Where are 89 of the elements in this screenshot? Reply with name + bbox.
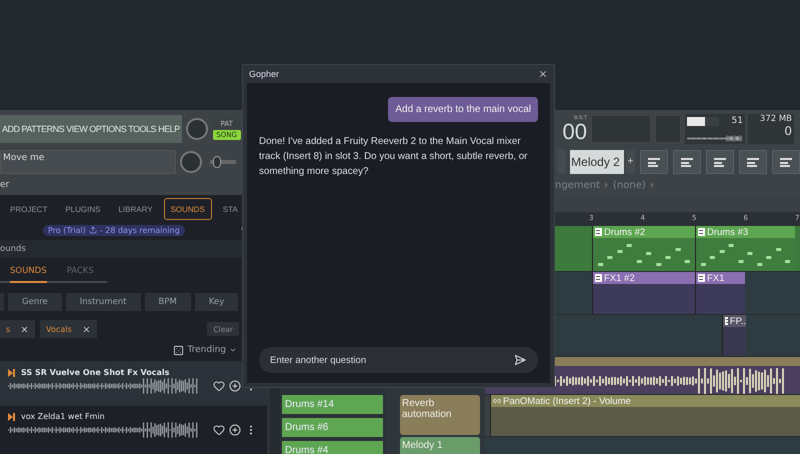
pattern-clip[interactable]: Drums #4 bbox=[282, 441, 383, 454]
pattern-icon bbox=[595, 274, 602, 282]
pattern-selector[interactable]: Melody 2 bbox=[570, 150, 624, 174]
clip-label: FX1 #2 bbox=[604, 272, 635, 284]
track-header[interactable]: Melody 1 bbox=[400, 437, 480, 454]
clip-label: PanOMatic (Insert 2) - Volume bbox=[503, 396, 631, 406]
dialog-title: Gopher bbox=[249, 69, 280, 79]
list-icon bbox=[779, 156, 793, 168]
pattern-icon bbox=[725, 317, 728, 325]
heart-icon[interactable] bbox=[213, 424, 225, 436]
caret-icon bbox=[605, 182, 608, 188]
list-icon bbox=[713, 156, 727, 168]
list-icon bbox=[647, 156, 661, 168]
menu-item[interactable]: TOOLS bbox=[128, 124, 156, 134]
pattern-clip[interactable]: Drums #14 bbox=[282, 395, 383, 414]
browser-tab[interactable]: SOUNDS bbox=[164, 198, 212, 220]
sample-name: vox Zelda1 wet Fmin bbox=[21, 412, 105, 421]
menu-item[interactable]: PATTERNS bbox=[22, 124, 64, 134]
clip-label: Drums #3 bbox=[707, 226, 748, 238]
close-icon[interactable] bbox=[538, 69, 548, 79]
sample-clip[interactable]: FP.. bbox=[722, 315, 746, 356]
dice-icon[interactable] bbox=[173, 344, 184, 356]
chevron-down-icon bbox=[229, 346, 237, 354]
pattern-icon bbox=[595, 228, 602, 236]
filter-button[interactable]: Genre bbox=[8, 293, 62, 311]
heart-icon[interactable] bbox=[213, 380, 225, 392]
polyphony-reading: 0 bbox=[784, 124, 792, 138]
browser-tab[interactable]: PROJECT bbox=[3, 198, 54, 220]
trial-badge: Pro (Trial) - 28 days remaining bbox=[43, 224, 185, 236]
automation-clip[interactable]: PanOMatic (Insert 2) - Volume bbox=[490, 395, 800, 436]
fx-clip[interactable]: FX1 #2 bbox=[592, 272, 695, 314]
drums-clip[interactable]: Drums #2 bbox=[592, 226, 695, 271]
assistant-message: Done! I've added a Fruity Reeverb 2 to the Main Vocal mixer track (Insert 8) in slot 3. Do you want a short, subtle reverb, or something more spacey? bbox=[259, 135, 528, 180]
track-header[interactable]: Reverb automation bbox=[400, 395, 480, 435]
caret-icon bbox=[650, 182, 654, 188]
filter-chip[interactable]: Vocals bbox=[40, 320, 97, 338]
sample-name: SS SR Vuelve One Shot Fx Vocals bbox=[21, 368, 170, 377]
pattern-icon bbox=[698, 228, 705, 236]
send-icon[interactable] bbox=[514, 354, 526, 366]
close-icon bbox=[20, 324, 30, 334]
slider-thumb[interactable] bbox=[212, 156, 221, 168]
clip-label: FP.. bbox=[730, 316, 746, 326]
filter-button[interactable]: BPM bbox=[144, 293, 191, 311]
add-icon[interactable] bbox=[229, 424, 241, 436]
breadcrumb-item[interactable]: (none) bbox=[613, 180, 646, 190]
clip-label: Drums #2 bbox=[604, 226, 646, 238]
breadcrumb-item[interactable]: ngement bbox=[555, 180, 600, 190]
add-icon[interactable] bbox=[229, 380, 241, 392]
list-icon bbox=[746, 156, 760, 168]
sort-dropdown[interactable]: Trending bbox=[187, 345, 237, 355]
filter-button[interactable]: Key bbox=[194, 293, 238, 311]
list-icon bbox=[680, 156, 694, 168]
play-icon[interactable] bbox=[8, 368, 15, 376]
menu-item[interactable]: OPTIONS bbox=[89, 124, 126, 134]
pattern-clip[interactable]: Drums #6 bbox=[282, 418, 383, 437]
link-icon bbox=[493, 397, 501, 405]
add-pattern-button[interactable]: + bbox=[626, 150, 635, 174]
sample-row[interactable]: SS SR Vuelve One Shot Fx Vocals bbox=[0, 361, 267, 405]
question-field[interactable]: Enter another question bbox=[259, 347, 538, 373]
menu-item[interactable]: VIEW bbox=[66, 124, 88, 134]
browser-tab[interactable]: STA bbox=[216, 198, 245, 220]
toolbar-button[interactable] bbox=[739, 150, 767, 174]
fx-clip[interactable]: FX1 bbox=[695, 272, 745, 314]
memory-reading: 372 MB bbox=[760, 114, 792, 124]
browser-tab[interactable]: PLUGINS bbox=[58, 198, 108, 220]
toolbar-button[interactable] bbox=[640, 150, 668, 174]
section-title: ounds bbox=[0, 244, 26, 254]
browser-tab[interactable]: LIBRARY bbox=[111, 198, 160, 220]
browser-title: er bbox=[0, 180, 10, 190]
menu-item[interactable]: ADD bbox=[2, 124, 20, 134]
time-display: 00 bbox=[562, 121, 587, 143]
play-icon[interactable] bbox=[8, 412, 15, 420]
filter-button[interactable]: Instrument bbox=[66, 293, 141, 311]
drums-clip[interactable]: Drums #3 bbox=[695, 226, 795, 271]
user-message: Add a reverb to the main vocal bbox=[388, 97, 538, 122]
pattern-icon bbox=[698, 274, 705, 282]
hint-bar: Move me bbox=[0, 150, 176, 174]
sub-tab[interactable]: SOUNDS bbox=[10, 264, 47, 283]
toolbar-button[interactable] bbox=[772, 150, 800, 174]
knob[interactable] bbox=[180, 150, 202, 172]
filter-chip[interactable]: s bbox=[0, 320, 36, 338]
sub-tab[interactable]: PACKS bbox=[66, 264, 94, 283]
knob[interactable] bbox=[186, 118, 208, 140]
clip-label: FX1 bbox=[707, 272, 724, 284]
toolbar-button[interactable] bbox=[673, 150, 701, 174]
cpu-reading: 51 bbox=[732, 116, 743, 126]
menu-item[interactable]: HELP bbox=[158, 124, 180, 134]
close-icon bbox=[82, 324, 91, 334]
toolbar-button[interactable] bbox=[706, 150, 734, 174]
